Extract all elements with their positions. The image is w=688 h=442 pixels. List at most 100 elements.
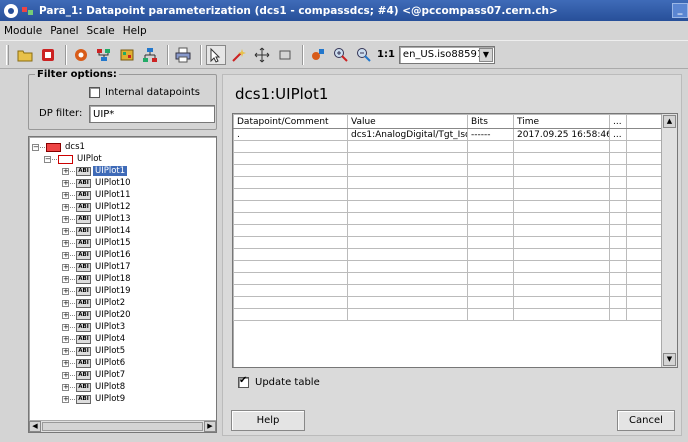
expand-icon[interactable]: + bbox=[62, 287, 69, 295]
expand-icon[interactable]: + bbox=[62, 215, 69, 223]
table-row[interactable] bbox=[233, 152, 663, 165]
network-icon[interactable] bbox=[94, 45, 114, 65]
move-icon[interactable] bbox=[252, 45, 272, 65]
stop-icon[interactable] bbox=[38, 45, 58, 65]
menu-panel[interactable]: Panel bbox=[50, 25, 78, 37]
tree-item-system[interactable]: − dcs1 bbox=[32, 141, 87, 153]
table-row[interactable] bbox=[233, 272, 663, 285]
column-header[interactable]: Value bbox=[347, 114, 468, 129]
table-row[interactable] bbox=[233, 140, 663, 153]
expand-icon[interactable]: + bbox=[62, 359, 69, 367]
zoom-reset-button[interactable]: 1:1 bbox=[377, 49, 395, 60]
expand-icon[interactable]: + bbox=[62, 299, 69, 307]
internal-datapoints-checkbox[interactable] bbox=[89, 87, 100, 98]
table-row[interactable] bbox=[233, 296, 663, 309]
zoom-in-icon[interactable] bbox=[331, 45, 351, 65]
expand-icon[interactable]: + bbox=[62, 263, 69, 271]
expand-icon[interactable]: + bbox=[62, 227, 69, 235]
table-row[interactable] bbox=[233, 260, 663, 273]
table-vertical-scrollbar[interactable]: ▲ ▼ bbox=[661, 114, 677, 367]
tree-item-datapoint[interactable]: + ABI UIPlot7 bbox=[62, 369, 127, 381]
tree-item-datapoint[interactable]: + ABI UIPlot5 bbox=[62, 345, 127, 357]
app-menu-icon[interactable] bbox=[4, 3, 18, 18]
tree-item-datapoint[interactable]: + ABI UIPlot12 bbox=[62, 201, 133, 213]
scroll-down-icon[interactable]: ▼ bbox=[663, 353, 676, 366]
expand-icon[interactable]: + bbox=[62, 371, 69, 379]
tree-item-datapoint[interactable]: + ABI UIPlot6 bbox=[62, 357, 127, 369]
table-row[interactable] bbox=[233, 212, 663, 225]
expand-icon[interactable]: + bbox=[62, 275, 69, 283]
expand-icon[interactable]: + bbox=[62, 191, 69, 199]
tree-item-datapoint[interactable]: + ABI UIPlot14 bbox=[62, 225, 133, 237]
tree-item-datapoint[interactable]: + ABI UIPlot2 bbox=[62, 297, 127, 309]
print-icon[interactable] bbox=[173, 45, 193, 65]
tree-item-datapoint[interactable]: + ABI UIPlot18 bbox=[62, 273, 133, 285]
tree-item-datapoint[interactable]: + ABI UIPlot20 bbox=[62, 309, 133, 321]
table-row[interactable]: . dcs1:AnalogDigital/Tgt_Isol ------ 2017.0… bbox=[233, 128, 663, 141]
minimize-button[interactable]: _ bbox=[672, 3, 688, 18]
menu-help[interactable]: Help bbox=[123, 25, 147, 37]
database-icon[interactable] bbox=[117, 45, 137, 65]
tree-item-datapoint[interactable]: + ABI UIPlot13 bbox=[62, 213, 133, 225]
pointer-icon[interactable] bbox=[206, 44, 226, 65]
column-header[interactable]: Time bbox=[513, 114, 610, 129]
zoom-out-icon[interactable] bbox=[354, 45, 374, 65]
wizard-icon[interactable] bbox=[229, 45, 249, 65]
update-table-checkbox[interactable] bbox=[238, 375, 249, 388]
table-row[interactable] bbox=[233, 188, 663, 201]
table-row[interactable] bbox=[233, 176, 663, 189]
expand-icon[interactable]: + bbox=[62, 383, 69, 391]
tree-item-structure[interactable]: − UIPlot bbox=[44, 153, 104, 165]
table-row[interactable] bbox=[233, 224, 663, 237]
expand-icon[interactable]: + bbox=[62, 167, 69, 175]
table-row[interactable] bbox=[233, 236, 663, 249]
tree-item-datapoint[interactable]: + ABI UIPlot3 bbox=[62, 321, 127, 333]
update-table-option[interactable]: Update table bbox=[238, 375, 320, 388]
tree-item-datapoint[interactable]: + ABI UIPlot16 bbox=[62, 249, 133, 261]
expand-icon[interactable]: + bbox=[62, 179, 69, 187]
collapse-icon[interactable]: − bbox=[32, 143, 39, 151]
tree-item-datapoint[interactable]: + ABI UIPlot15 bbox=[62, 237, 133, 249]
column-header[interactable]: Bits bbox=[467, 114, 514, 129]
column-header[interactable]: ... bbox=[609, 114, 627, 129]
scroll-thumb[interactable] bbox=[42, 422, 203, 431]
tree-item-datapoint[interactable]: + ABI UIPlot9 bbox=[62, 393, 127, 405]
tree-item-datapoint[interactable]: + ABI UIPlot4 bbox=[62, 333, 127, 345]
datapoint-tree[interactable]: − dcs1− UIPlot + ABI UIPlot1 + ABI UIPlot10 + ABI U… bbox=[28, 136, 217, 433]
tree-item-datapoint[interactable]: + ABI UIPlot19 bbox=[62, 285, 133, 297]
expand-icon[interactable]: + bbox=[62, 395, 69, 403]
table-row[interactable] bbox=[233, 308, 663, 321]
help-button[interactable]: Help bbox=[231, 410, 305, 431]
internal-datapoints-option[interactable]: Internal datapoints bbox=[89, 87, 200, 98]
tree-item-datapoint[interactable]: + ABI UIPlot1 bbox=[62, 165, 128, 177]
tree-item-datapoint[interactable]: + ABI UIPlot10 bbox=[62, 177, 133, 189]
expand-icon[interactable]: + bbox=[62, 239, 69, 247]
dp-filter-input[interactable] bbox=[89, 105, 215, 123]
cancel-button[interactable]: Cancel bbox=[617, 410, 675, 431]
settings-gear-icon[interactable] bbox=[71, 45, 91, 65]
tree-horizontal-scrollbar[interactable]: ◀ ▶ bbox=[29, 420, 216, 432]
datapoint-table[interactable]: Datapoint/Comment Value Bits Time... . dcs1:… bbox=[232, 113, 678, 368]
expand-icon[interactable]: + bbox=[62, 335, 69, 343]
rectangle-icon[interactable] bbox=[275, 45, 295, 65]
menu-scale[interactable]: Scale bbox=[87, 25, 115, 37]
expand-icon[interactable]: + bbox=[62, 251, 69, 259]
column-header[interactable]: Datapoint/Comment bbox=[233, 114, 348, 129]
tree-structure-icon[interactable] bbox=[140, 45, 160, 65]
tree-item-datapoint[interactable]: + ABI UIPlot11 bbox=[62, 189, 133, 201]
language-select[interactable]: en_US.iso88591 ▼ bbox=[398, 45, 495, 64]
toolbar-grip[interactable] bbox=[6, 44, 9, 65]
table-row[interactable] bbox=[233, 200, 663, 213]
table-row[interactable] bbox=[233, 164, 663, 177]
scroll-left-icon[interactable]: ◀ bbox=[29, 421, 41, 432]
collapse-icon[interactable]: − bbox=[44, 155, 51, 163]
table-row[interactable] bbox=[233, 284, 663, 297]
table-row[interactable] bbox=[233, 248, 663, 261]
tree-item-datapoint[interactable]: + ABI UIPlot8 bbox=[62, 381, 127, 393]
chevron-down-icon[interactable]: ▼ bbox=[478, 47, 493, 62]
expand-icon[interactable]: + bbox=[62, 311, 69, 319]
config-icon[interactable] bbox=[308, 45, 328, 65]
scroll-right-icon[interactable]: ▶ bbox=[204, 421, 216, 432]
expand-icon[interactable]: + bbox=[62, 347, 69, 355]
open-folder-icon[interactable] bbox=[15, 45, 35, 65]
